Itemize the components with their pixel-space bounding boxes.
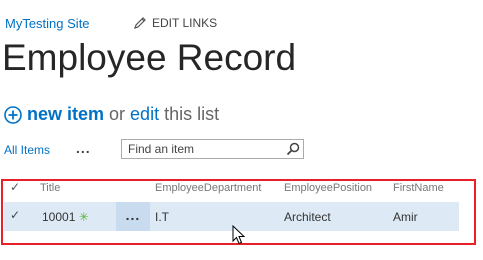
pencil-icon	[134, 17, 146, 29]
this-list-text: this list	[164, 104, 220, 124]
search-box	[121, 139, 304, 159]
plus-circle-icon[interactable]	[4, 105, 22, 124]
site-title-link[interactable]: MyTesting Site	[5, 16, 90, 31]
page-title: Employee Record	[2, 37, 297, 78]
or-text: or	[109, 104, 126, 124]
new-item-link[interactable]: new item	[27, 104, 104, 125]
new-item-row: new item or edit this list	[4, 104, 219, 125]
view-all-items[interactable]: All Items	[4, 143, 50, 157]
edit-links-label: EDIT LINKS	[152, 16, 218, 30]
search-input[interactable]	[122, 140, 288, 158]
edit-links-button[interactable]: EDIT LINKS	[133, 16, 217, 30]
more-views-button[interactable]: ...	[76, 140, 91, 156]
search-icon[interactable]	[286, 142, 300, 156]
mouse-cursor-icon	[232, 225, 246, 245]
edit-list-link[interactable]: edit	[130, 104, 159, 125]
